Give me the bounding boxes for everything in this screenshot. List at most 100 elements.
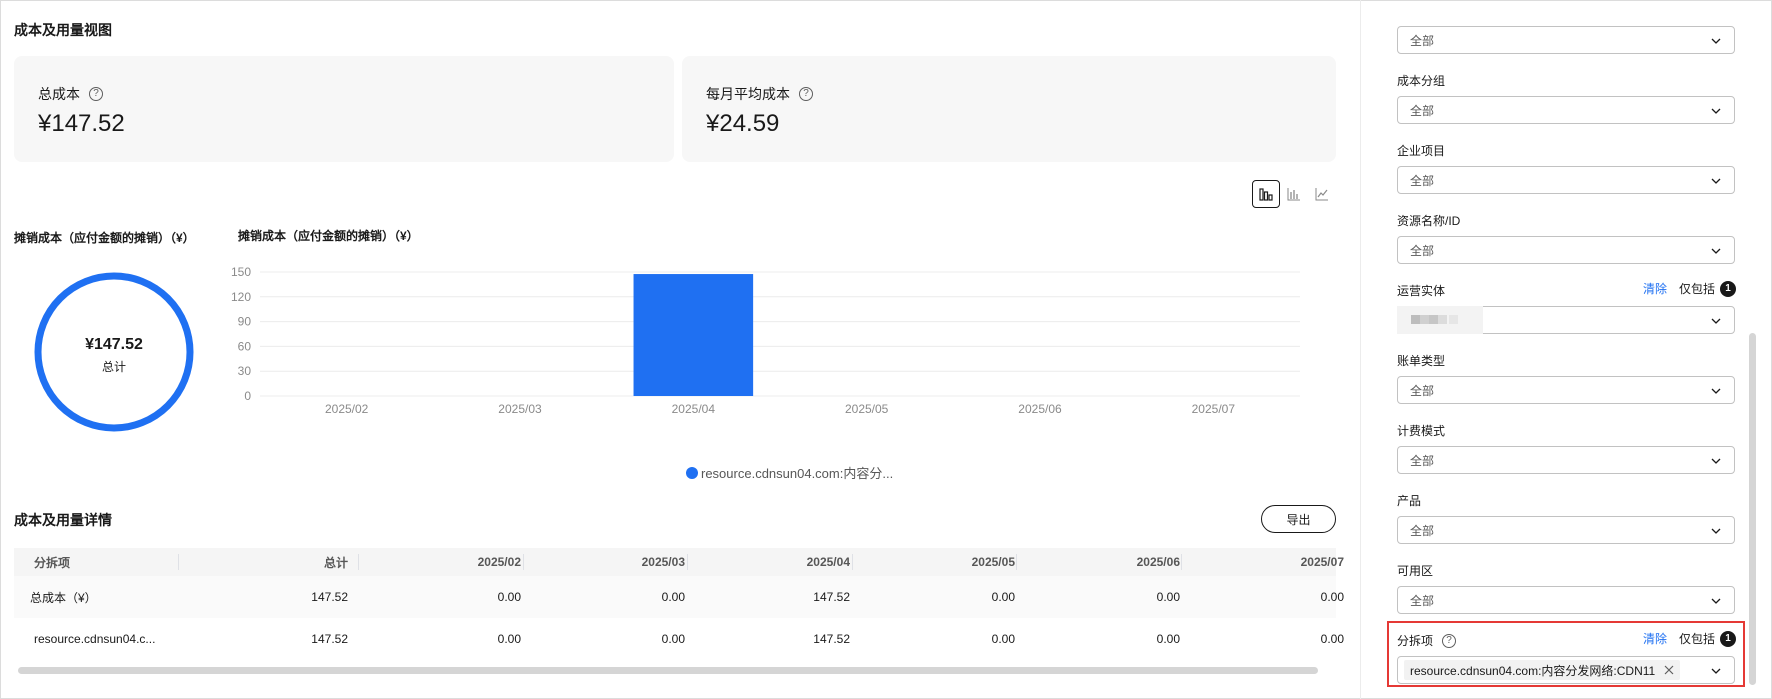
y-tick-label: 150 bbox=[231, 265, 251, 279]
monthly-avg-label-row: 每月平均成本 ? bbox=[706, 84, 813, 104]
table-cell: 0.00 bbox=[1320, 590, 1344, 604]
donut-chart-title: 摊销成本（应付金额的摊销）（¥） bbox=[14, 231, 195, 245]
column-divider[interactable] bbox=[1181, 554, 1182, 570]
clear-link[interactable]: 清除 bbox=[1643, 280, 1667, 297]
x-tick-label: 2025/06 bbox=[1018, 402, 1062, 416]
total-cost-value: ¥147.52 bbox=[38, 110, 125, 137]
field-label: 分拆项 bbox=[1397, 634, 1434, 648]
select-value: 全部 bbox=[1410, 243, 1435, 258]
line-view-button[interactable] bbox=[1308, 180, 1336, 208]
bar[interactable] bbox=[633, 274, 754, 396]
split-item-select[interactable]: resource.cdnsun04.com:内容分发网络:CDN11 bbox=[1397, 656, 1735, 684]
legend-label: resource.cdnsun04.com:内容分... bbox=[701, 466, 894, 481]
vertical-scrollbar[interactable] bbox=[1749, 333, 1756, 685]
select-value: 全部 bbox=[1410, 173, 1435, 188]
x-tick-label: 2025/05 bbox=[845, 402, 889, 416]
cost-group-select[interactable]: 全部 bbox=[1397, 96, 1735, 124]
table-cell: 0.00 bbox=[991, 590, 1015, 604]
column-divider[interactable] bbox=[852, 554, 853, 570]
availability-zone-select[interactable]: 全部 bbox=[1397, 586, 1735, 614]
grouped-bar-view-button[interactable] bbox=[1252, 180, 1280, 208]
column-divider[interactable] bbox=[523, 554, 524, 570]
total-cost-label-row: 总成本 ? bbox=[38, 84, 103, 104]
count-badge: 1 bbox=[1720, 280, 1736, 297]
table-cell: 0.00 bbox=[497, 590, 521, 604]
donut-total-label: 总计 bbox=[101, 360, 126, 374]
enterprise-project-select[interactable]: 全部 bbox=[1397, 166, 1735, 194]
donut-chart: ¥147.52 总计 bbox=[34, 272, 194, 432]
y-tick-label: 120 bbox=[231, 290, 251, 304]
column-header[interactable]: 总计 bbox=[324, 548, 348, 576]
bar-chart: 150 120 90 60 30 0 2025/02 2025/03 2025/04 2025/0… bbox=[231, 265, 1300, 416]
split-item-label-row: 分拆项 ? bbox=[1397, 632, 1457, 649]
column-divider[interactable] bbox=[178, 554, 179, 570]
clear-link[interactable]: 清除 bbox=[1643, 630, 1667, 647]
chevron-down-icon bbox=[1711, 388, 1721, 394]
redacted-pixel bbox=[1449, 315, 1458, 324]
field-actions: 清除 仅包括 1 bbox=[1643, 630, 1736, 647]
only-include-label[interactable]: 仅包括 bbox=[1679, 630, 1715, 647]
grouped-bar-icon bbox=[1259, 188, 1273, 201]
y-tick-label: 60 bbox=[238, 339, 252, 353]
monthly-avg-label: 每月平均成本 bbox=[706, 86, 790, 102]
help-icon[interactable]: ? bbox=[799, 87, 813, 101]
chevron-down-icon bbox=[1711, 248, 1721, 254]
column-header[interactable]: 2025/07 bbox=[1301, 548, 1344, 576]
select-value: 全部 bbox=[1410, 523, 1435, 538]
x-tick-label: 2025/03 bbox=[498, 402, 542, 416]
bill-type-select[interactable]: 全部 bbox=[1397, 376, 1735, 404]
stacked-bar-view-button[interactable] bbox=[1280, 180, 1308, 208]
table-cell[interactable]: resource.cdnsun04.c... bbox=[34, 618, 155, 660]
monthly-avg-card: 每月平均成本 ? ¥24.59 bbox=[682, 56, 1336, 162]
table-cell: 0.00 bbox=[1156, 632, 1180, 646]
chart-legend[interactable]: resource.cdnsun04.com:内容分... bbox=[686, 463, 893, 482]
column-header[interactable]: 2025/05 bbox=[972, 548, 1015, 576]
filter-select[interactable]: 全部 bbox=[1397, 26, 1735, 54]
monthly-avg-value: ¥24.59 bbox=[706, 110, 780, 137]
column-header[interactable]: 2025/03 bbox=[642, 548, 685, 576]
total-cost-label: 总成本 bbox=[38, 86, 80, 102]
x-tick-label: 2025/07 bbox=[1192, 402, 1236, 416]
help-icon[interactable]: ? bbox=[89, 87, 103, 101]
y-tick-label: 90 bbox=[238, 315, 252, 329]
resource-name-select[interactable]: 全部 bbox=[1397, 236, 1735, 264]
billing-mode-select[interactable]: 全部 bbox=[1397, 446, 1735, 474]
product-select[interactable]: 全部 bbox=[1397, 516, 1735, 544]
field-label: 账单类型 bbox=[1397, 354, 1446, 368]
column-divider[interactable] bbox=[358, 554, 359, 570]
field-label: 产品 bbox=[1397, 494, 1422, 508]
chevron-down-icon bbox=[1711, 108, 1721, 114]
table-cell: 0.00 bbox=[1156, 590, 1180, 604]
overview-title: 成本及用量视图 bbox=[14, 22, 112, 38]
select-value: 全部 bbox=[1410, 383, 1435, 398]
details-title: 成本及用量详情 bbox=[14, 512, 112, 528]
field-label: 计费模式 bbox=[1397, 424, 1446, 438]
export-button[interactable]: 导出 bbox=[1261, 505, 1336, 533]
main-panel: 成本及用量视图 总成本 ? ¥147.52 每月平均成本 ? ¥24.59 摊销… bbox=[0, 0, 1360, 699]
column-header[interactable]: 2025/04 bbox=[807, 548, 850, 576]
chart-view-toggle bbox=[1252, 180, 1336, 208]
count-badge: 1 bbox=[1720, 630, 1736, 647]
column-divider[interactable] bbox=[1016, 554, 1017, 570]
table-row[interactable]: resource.cdnsun04.c... 147.52 0.00 0.00 … bbox=[14, 618, 1344, 660]
line-chart-icon bbox=[1315, 188, 1328, 201]
help-icon[interactable]: ? bbox=[1442, 633, 1457, 648]
redacted-pixel bbox=[1420, 315, 1429, 324]
column-header[interactable]: 分拆项 bbox=[34, 548, 70, 576]
close-icon[interactable] bbox=[1664, 665, 1674, 675]
chevron-down-icon bbox=[1711, 38, 1721, 44]
column-header[interactable]: 2025/06 bbox=[1137, 548, 1180, 576]
column-divider[interactable] bbox=[687, 554, 688, 570]
redacted-pixel bbox=[1411, 315, 1420, 324]
only-include-label[interactable]: 仅包括 bbox=[1679, 280, 1715, 297]
x-tick-label: 2025/04 bbox=[672, 402, 716, 416]
horizontal-scrollbar[interactable] bbox=[18, 667, 1318, 674]
chevron-down-icon bbox=[1711, 668, 1721, 674]
redacted-pixel bbox=[1438, 315, 1447, 324]
chevron-down-icon bbox=[1711, 178, 1721, 184]
column-header[interactable]: 2025/02 bbox=[478, 548, 521, 576]
field-label: 资源名称/ID bbox=[1397, 214, 1461, 228]
legend-swatch bbox=[686, 466, 698, 479]
bar-chart-icon bbox=[1287, 188, 1300, 201]
field-actions: 清除 仅包括 1 bbox=[1643, 280, 1736, 297]
